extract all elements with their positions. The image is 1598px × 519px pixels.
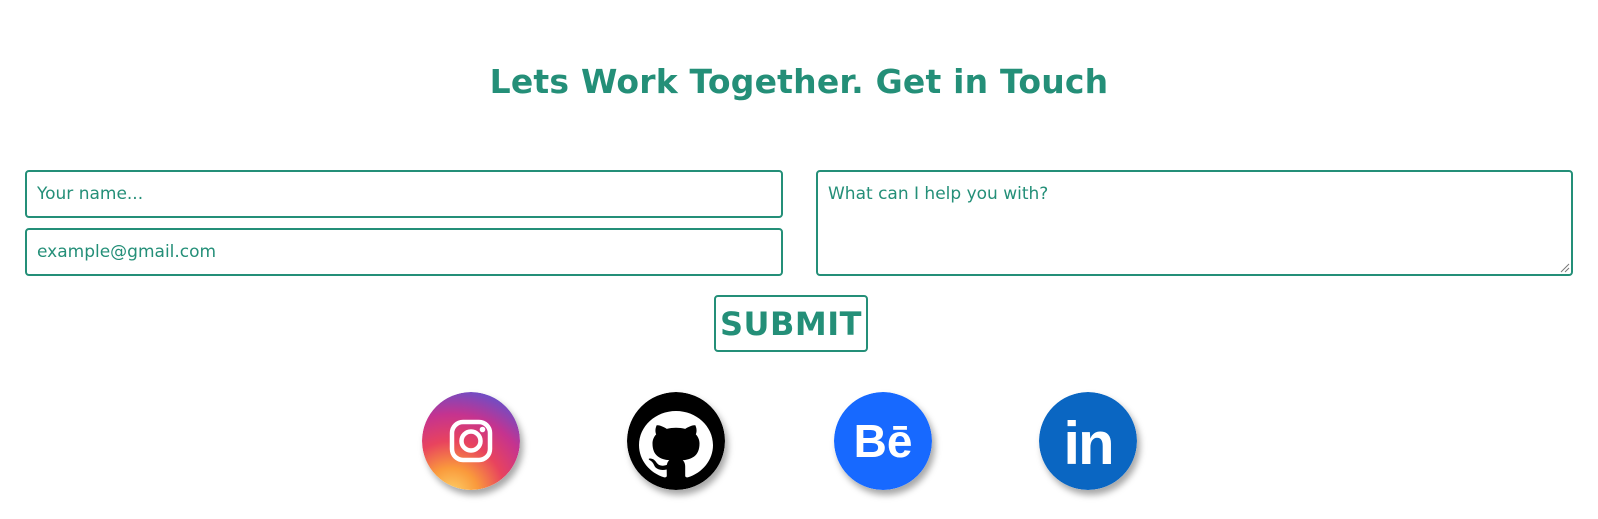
- behance-link[interactable]: Bē: [834, 392, 932, 490]
- svg-text:Bē: Bē: [854, 415, 913, 467]
- instagram-link[interactable]: [422, 392, 520, 490]
- name-input[interactable]: [25, 170, 783, 218]
- email-input[interactable]: [25, 228, 783, 276]
- svg-text:in: in: [1063, 410, 1112, 477]
- resize-handle-icon[interactable]: [1560, 263, 1570, 273]
- message-textarea[interactable]: [816, 170, 1573, 276]
- instagram-icon: [422, 392, 520, 490]
- contact-section: Lets Work Together. Get in Touch SUBMIT: [0, 0, 1598, 519]
- linkedin-icon: in: [1039, 392, 1137, 490]
- page-title: Lets Work Together. Get in Touch: [489, 62, 1109, 101]
- behance-icon: Bē: [834, 392, 932, 490]
- github-link[interactable]: [627, 392, 725, 490]
- linkedin-link[interactable]: in: [1039, 392, 1137, 490]
- submit-button[interactable]: SUBMIT: [714, 295, 868, 352]
- github-icon: [627, 392, 725, 490]
